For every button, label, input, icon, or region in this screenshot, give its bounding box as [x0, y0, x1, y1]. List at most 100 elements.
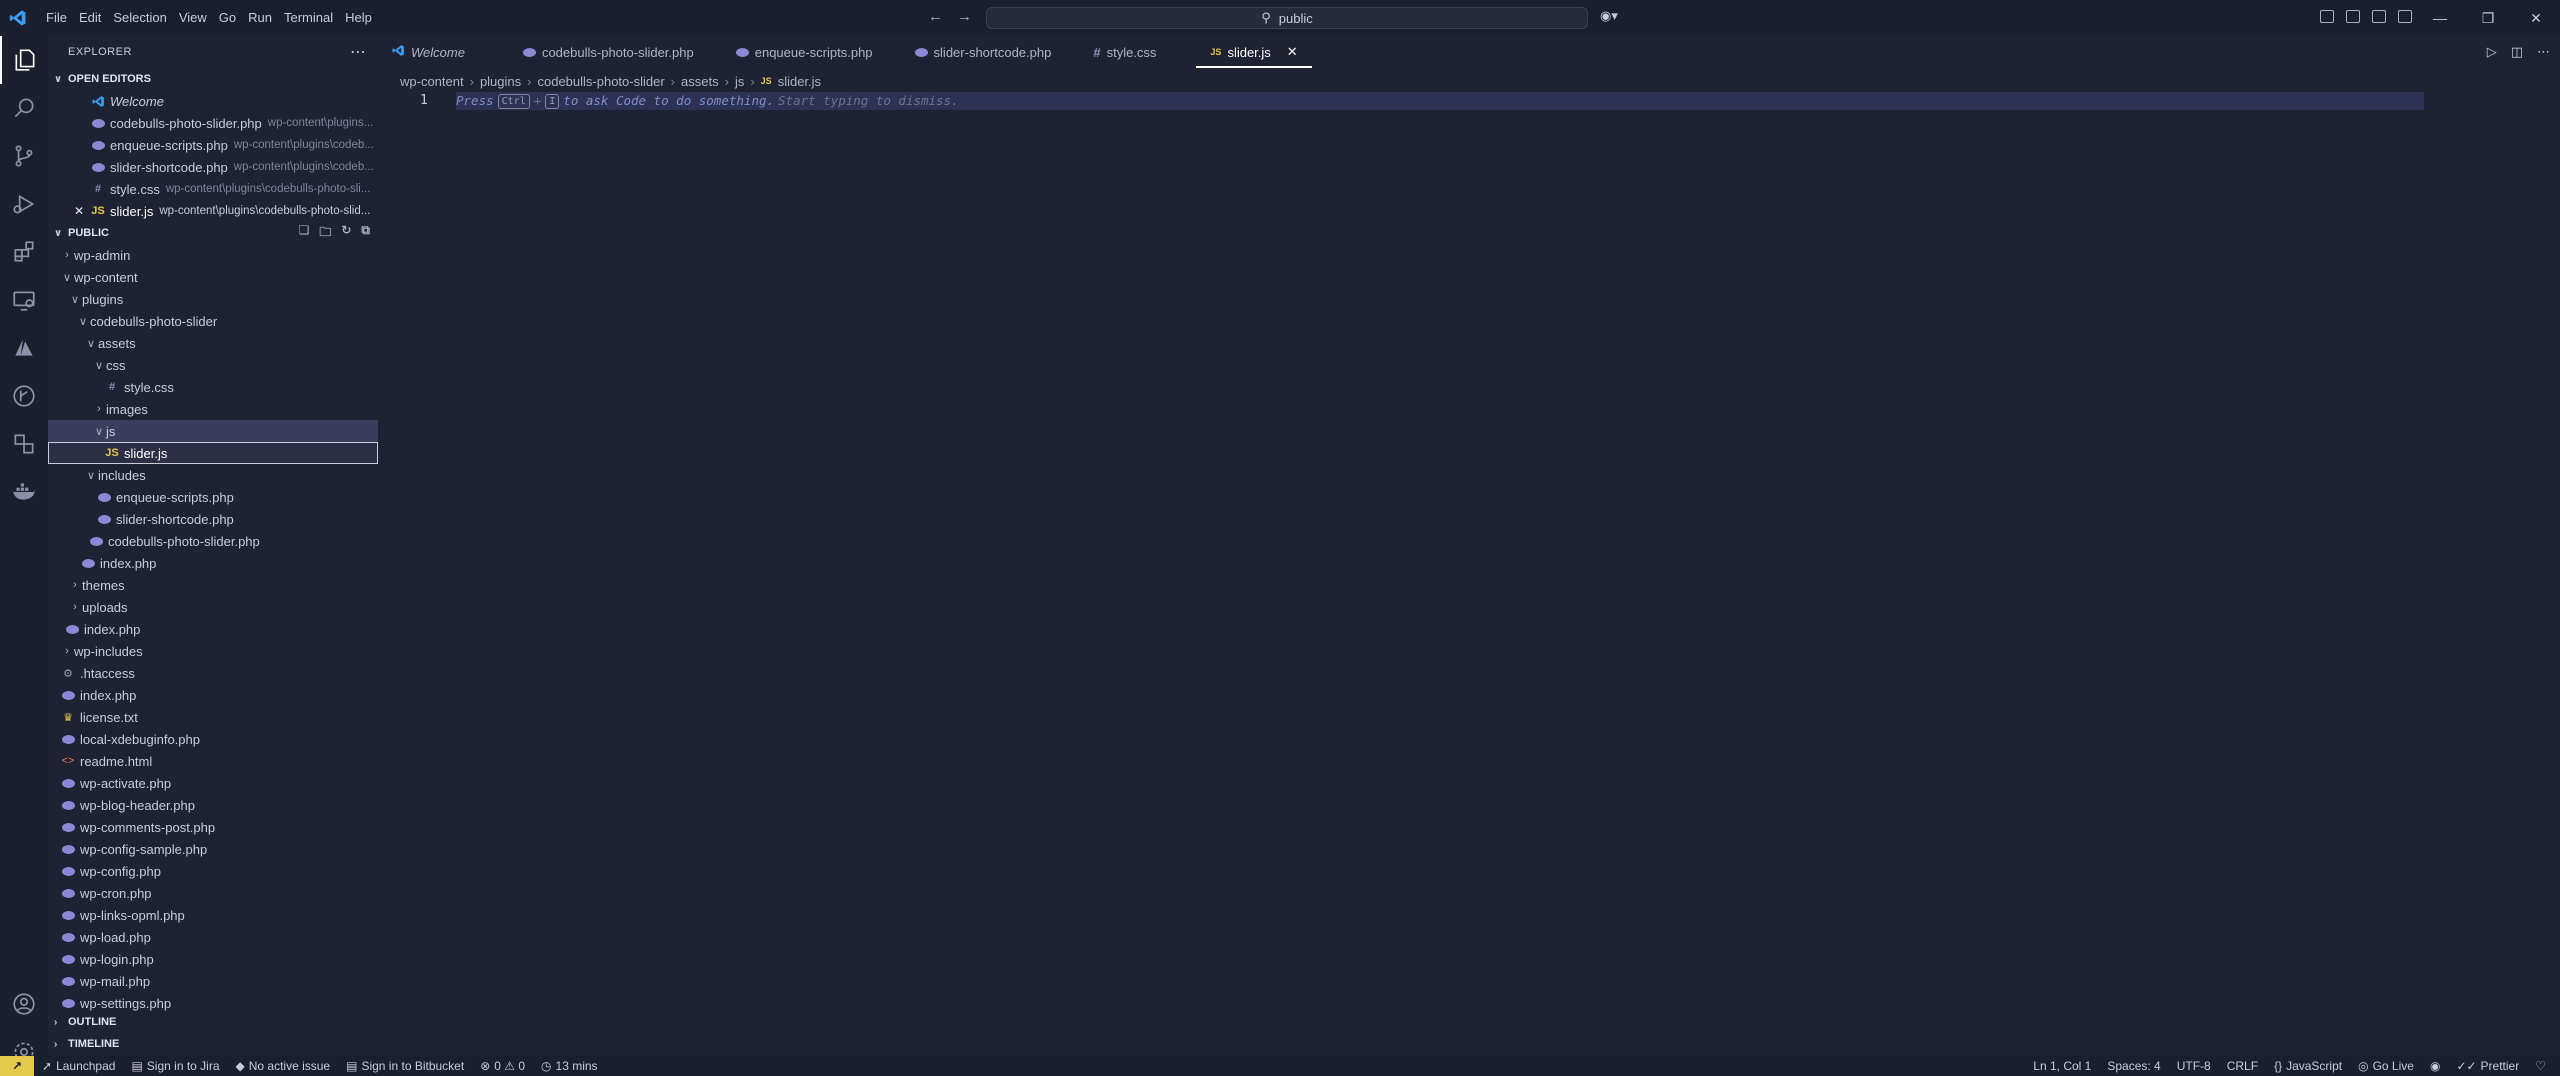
tab-enqueue-scripts[interactable]: enqueue-scripts.php: [722, 36, 887, 68]
tree-file[interactable]: wp-config-sample.php: [48, 838, 378, 860]
indentation[interactable]: Spaces: 4: [2099, 1059, 2168, 1073]
tree-file[interactable]: codebulls-photo-slider.php: [48, 530, 378, 552]
menu-terminal[interactable]: Terminal: [278, 0, 339, 36]
tree-file[interactable]: wp-config.php: [48, 860, 378, 882]
toggle-primary-sidebar-icon[interactable]: [2346, 10, 2360, 23]
cursor-position[interactable]: Ln 1, Col 1: [2025, 1059, 2099, 1073]
breadcrumb-item[interactable]: slider.js: [778, 74, 821, 89]
source-control-icon[interactable]: [0, 132, 48, 180]
time-tracker-item[interactable]: ◷ 13 mins: [533, 1059, 606, 1073]
code-editor[interactable]: 1 Press Ctrl + I to ask Code to do somet…: [378, 92, 2560, 1047]
copilot-icon[interactable]: ◉▾: [1600, 8, 1618, 24]
azure-icon[interactable]: [0, 324, 48, 372]
tree-file[interactable]: index.php: [48, 552, 378, 574]
menu-help[interactable]: Help: [339, 0, 378, 36]
tree-file[interactable]: local-xdebuginfo.php: [48, 728, 378, 750]
tab-slider-shortcode[interactable]: slider-shortcode.php: [901, 36, 1066, 68]
open-editor-item[interactable]: Welcome: [48, 90, 378, 112]
tree-folder[interactable]: › uploads: [48, 596, 378, 618]
more-actions-icon[interactable]: ⋯: [2537, 44, 2550, 60]
bitbucket-item[interactable]: ▤ Sign in to Bitbucket: [338, 1059, 472, 1073]
tree-file[interactable]: index.php: [48, 618, 378, 640]
menu-edit[interactable]: Edit: [73, 0, 107, 36]
timeline-header[interactable]: › TIMELINE: [48, 1033, 378, 1055]
tree-file[interactable]: wp-activate.php: [48, 772, 378, 794]
breadcrumb-item[interactable]: assets: [681, 74, 719, 89]
menu-selection[interactable]: Selection: [107, 0, 172, 36]
tree-file[interactable]: wp-login.php: [48, 948, 378, 970]
tab-welcome[interactable]: Welcome: [378, 36, 479, 68]
tree-file[interactable]: index.php: [48, 684, 378, 706]
run-debug-icon[interactable]: [0, 180, 48, 228]
tree-folder[interactable]: ∨ wp-content: [48, 266, 378, 288]
tree-file[interactable]: wp-load.php: [48, 926, 378, 948]
remote-containers-icon[interactable]: [0, 420, 48, 468]
close-icon[interactable]: ✕: [72, 204, 86, 218]
restore-icon[interactable]: ❐: [2464, 0, 2512, 36]
toggle-panel-icon[interactable]: [2372, 10, 2386, 23]
open-editor-item-active[interactable]: ✕ JS slider.js wp-content\plugins\codebu…: [48, 200, 378, 222]
outline-header[interactable]: › OUTLINE: [48, 1011, 378, 1033]
tree-file[interactable]: enqueue-scripts.php: [48, 486, 378, 508]
open-editor-item[interactable]: codebulls-photo-slider.php wp-content\pl…: [48, 112, 378, 134]
command-center-search[interactable]: ⚲ public: [986, 7, 1588, 29]
refresh-icon[interactable]: ↻: [341, 223, 351, 244]
tree-file[interactable]: wp-cron.php: [48, 882, 378, 904]
tree-folder-selected[interactable]: ∨ js: [48, 420, 378, 442]
tab-style-css[interactable]: # style.css: [1079, 36, 1170, 68]
toggle-secondary-sidebar-icon[interactable]: [2398, 10, 2412, 23]
tab-codebulls-photo-slider[interactable]: codebulls-photo-slider.php: [509, 36, 708, 68]
breadcrumb-item[interactable]: wp-content: [400, 74, 464, 89]
tree-folder[interactable]: › images: [48, 398, 378, 420]
tree-file[interactable]: wp-mail.php: [48, 970, 378, 992]
notifications-bell-icon[interactable]: ♡: [2527, 1059, 2554, 1073]
tree-folder[interactable]: ∨ css: [48, 354, 378, 376]
collapse-all-icon[interactable]: ⧉: [361, 223, 370, 244]
jira-item[interactable]: ▤ Sign in to Jira: [123, 1059, 227, 1073]
tree-file[interactable]: <> readme.html: [48, 750, 378, 772]
menu-go[interactable]: Go: [213, 0, 242, 36]
menu-run[interactable]: Run: [242, 0, 278, 36]
tree-file[interactable]: slider-shortcode.php: [48, 508, 378, 530]
open-editor-item[interactable]: # style.css wp-content\plugins\codebulls…: [48, 178, 378, 200]
prettier-item[interactable]: ✓✓ Prettier: [2448, 1059, 2527, 1073]
new-folder-icon[interactable]: 🗀: [319, 223, 331, 244]
back-arrow-icon[interactable]: ←: [928, 8, 943, 25]
git-graph-icon[interactable]: [0, 372, 48, 420]
breadcrumb-item[interactable]: plugins: [480, 74, 521, 89]
tab-slider-js[interactable]: JS slider.js ✕: [1196, 36, 1312, 68]
launchpad-item[interactable]: ➚ Launchpad: [34, 1059, 123, 1073]
workspace-header[interactable]: ∨ PUBLIC ❏ 🗀 ↻ ⧉: [48, 222, 378, 244]
tree-folder[interactable]: ∨ plugins: [48, 288, 378, 310]
breadcrumb-item[interactable]: codebulls-photo-slider: [537, 74, 664, 89]
explorer-icon[interactable]: [0, 36, 48, 84]
more-actions-icon[interactable]: ⋯: [350, 42, 366, 62]
issue-item[interactable]: ◆ No active issue: [228, 1059, 339, 1073]
copilot-status-icon[interactable]: ◉: [2422, 1059, 2448, 1073]
close-window-icon[interactable]: ✕: [2512, 0, 2560, 36]
extensions-icon[interactable]: [0, 228, 48, 276]
new-file-icon[interactable]: ❏: [299, 223, 310, 244]
run-icon[interactable]: ▷: [2487, 44, 2497, 60]
menu-file[interactable]: File: [40, 0, 73, 36]
tree-folder[interactable]: › wp-includes: [48, 640, 378, 662]
end-of-line[interactable]: CRLF: [2219, 1059, 2266, 1073]
tree-file[interactable]: wp-links-opml.php: [48, 904, 378, 926]
docker-icon[interactable]: [0, 468, 48, 516]
menu-view[interactable]: View: [173, 0, 213, 36]
tree-folder[interactable]: ∨ includes: [48, 464, 378, 486]
tree-folder[interactable]: › themes: [48, 574, 378, 596]
open-editor-item[interactable]: slider-shortcode.php wp-content\plugins\…: [48, 156, 378, 178]
tree-file[interactable]: wp-blog-header.php: [48, 794, 378, 816]
split-editor-icon[interactable]: ◫: [2511, 44, 2523, 60]
encoding[interactable]: UTF-8: [2169, 1059, 2219, 1073]
open-editors-header[interactable]: ∨ OPEN EDITORS: [48, 68, 378, 90]
tree-file[interactable]: # style.css: [48, 376, 378, 398]
accounts-icon[interactable]: [0, 980, 48, 1028]
close-icon[interactable]: ✕: [1287, 44, 1298, 60]
tree-file[interactable]: ♛ license.txt: [48, 706, 378, 728]
tree-file[interactable]: wp-comments-post.php: [48, 816, 378, 838]
problems-item[interactable]: ⊗ 0 ⚠ 0: [472, 1059, 533, 1073]
minimize-icon[interactable]: —: [2416, 0, 2464, 36]
remote-explorer-icon[interactable]: [0, 276, 48, 324]
